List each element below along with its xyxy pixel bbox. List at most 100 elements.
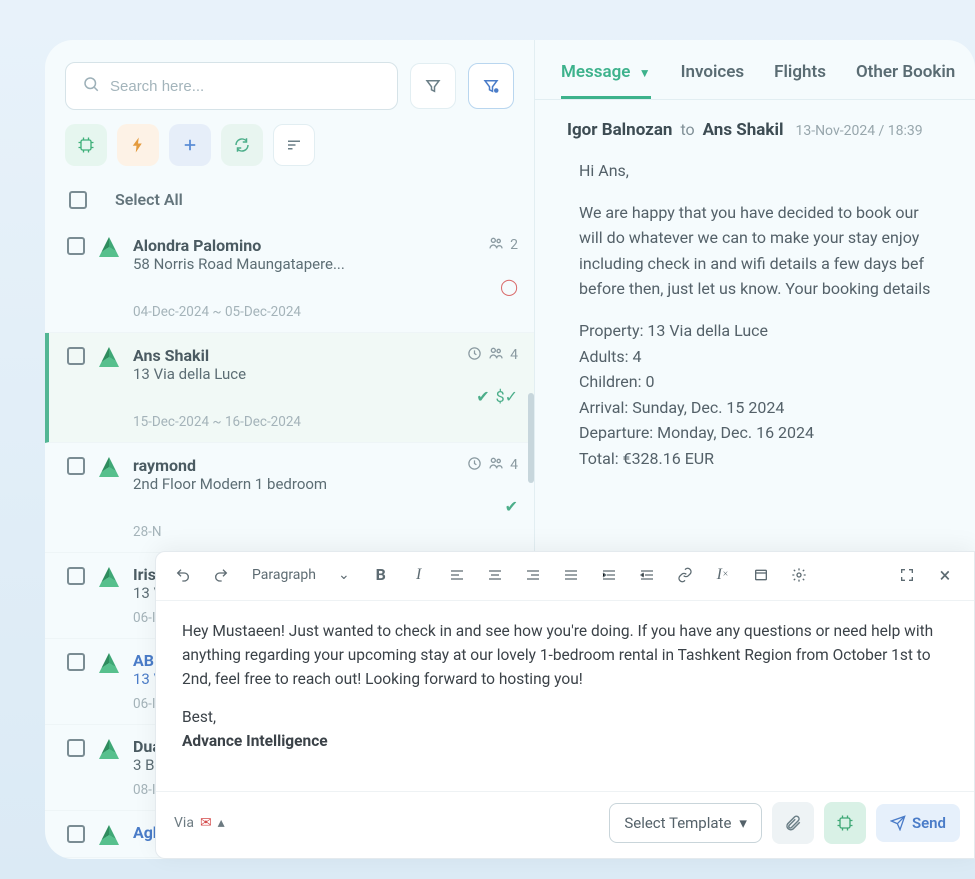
guest-count: 4: [510, 347, 518, 363]
item-body: Alondra Palomino 2 58 Norris Road Maunga…: [133, 235, 518, 320]
item-checkbox[interactable]: [67, 739, 85, 757]
via-selector[interactable]: Via ✉ ▴: [174, 815, 225, 831]
tab-label: Message: [561, 62, 630, 82]
search-input[interactable]: [110, 78, 381, 95]
detail-children: Children: 0: [579, 369, 943, 395]
select-all-checkbox[interactable]: [69, 191, 87, 209]
guests-icon: [488, 345, 504, 365]
clock-icon: [467, 346, 482, 365]
outdent-button[interactable]: [630, 560, 664, 590]
guest-name: Ans Shakil: [133, 346, 209, 365]
guests-icon: [488, 455, 504, 475]
indent-button[interactable]: [592, 560, 626, 590]
detail-adults: Adults: 4: [579, 344, 943, 370]
message-greeting: Hi Ans,: [579, 158, 943, 184]
search-box[interactable]: [65, 62, 398, 110]
property-address: 13 Via della Luce: [133, 365, 518, 383]
search-row: [65, 62, 514, 110]
list-item[interactable]: Alondra Palomino 2 58 Norris Road Maunga…: [45, 223, 534, 333]
refresh-button[interactable]: [221, 124, 263, 166]
align-left-button[interactable]: [440, 560, 474, 590]
brand-icon: [99, 739, 119, 759]
detail-property: Property: 13 Via della Luce: [579, 318, 943, 344]
booking-dates: 15-Dec-2024 ~ 16-Dec-2024: [133, 414, 518, 430]
warning-icon: ◯: [500, 277, 518, 296]
tab-invoices[interactable]: Invoices: [681, 62, 745, 99]
template-label: Select Template: [624, 814, 731, 832]
tab-flights[interactable]: Flights: [774, 62, 826, 99]
item-checkbox[interactable]: [67, 457, 85, 475]
tab-other[interactable]: Other Bookin: [856, 62, 955, 99]
select-all-row: Select All: [45, 176, 534, 223]
item-body: raymond 4 2nd Floor Modern 1 bedroom ✔ 2…: [133, 455, 518, 540]
chevron-up-icon: ▴: [218, 815, 225, 831]
attach-button[interactable]: [772, 802, 814, 844]
toolbar-row: [65, 124, 514, 166]
guests-icon: [488, 235, 504, 255]
select-all-label: Select All: [115, 190, 183, 209]
redo-button[interactable]: [204, 560, 238, 590]
settings-button[interactable]: [782, 560, 816, 590]
editor-toolbar: Paragraph ⌄ B I I× ×: [156, 552, 974, 601]
message-to: Ans Shakil: [703, 120, 784, 140]
brand-icon: [99, 567, 119, 587]
guest-name: Alondra Palomino: [133, 236, 261, 255]
search-icon: [82, 75, 100, 97]
fullscreen-button[interactable]: [890, 560, 924, 590]
brand-icon: [99, 347, 119, 367]
message-body: Hi Ans, We are happy that you have decid…: [535, 148, 975, 492]
format-label: Paragraph: [252, 567, 316, 583]
item-meta: 4: [467, 345, 518, 365]
item-checkbox[interactable]: [67, 567, 85, 585]
bolt-button[interactable]: [117, 124, 159, 166]
close-button[interactable]: ×: [928, 560, 962, 590]
add-button[interactable]: [169, 124, 211, 166]
italic-button[interactable]: I: [402, 560, 436, 590]
editor-body[interactable]: Hey Mustaeen! Just wanted to check in an…: [156, 601, 974, 791]
template-select[interactable]: Select Template ▾: [609, 803, 762, 843]
code-block-button[interactable]: [744, 560, 778, 590]
scrollbar[interactable]: [528, 393, 534, 483]
clear-format-button[interactable]: I×: [706, 560, 740, 590]
filter-clear-button[interactable]: [468, 63, 514, 109]
send-button[interactable]: Send: [876, 804, 960, 842]
link-button[interactable]: [668, 560, 702, 590]
item-meta: 4: [467, 455, 518, 475]
ai-button[interactable]: [65, 124, 107, 166]
message-timestamp: 13-Nov-2024 / 18:39: [795, 123, 922, 139]
guest-count: 4: [510, 457, 518, 473]
item-checkbox[interactable]: [67, 825, 85, 843]
ai-compose-button[interactable]: [824, 802, 866, 844]
chevron-down-icon: ▼: [639, 66, 651, 80]
filter-button[interactable]: [410, 63, 456, 109]
tab-message[interactable]: Message ▼: [561, 62, 651, 99]
undo-button[interactable]: [166, 560, 200, 590]
top-controls: [45, 40, 534, 176]
editor-text: Hey Mustaeen! Just wanted to check in an…: [182, 619, 952, 691]
list-item[interactable]: Ans Shakil 4 13 Via della Luce ✔ $✓ 15-D…: [45, 333, 534, 443]
check-icon: ✔: [476, 387, 489, 406]
chevron-down-icon: ⌄: [338, 567, 350, 583]
align-right-button[interactable]: [516, 560, 550, 590]
chevron-down-icon: ▾: [739, 814, 747, 832]
booking-dates: 04-Dec-2024 ~ 05-Dec-2024: [133, 304, 518, 320]
format-select[interactable]: Paragraph ⌄: [242, 563, 360, 587]
editor-closing: Best,: [182, 708, 216, 726]
align-center-button[interactable]: [478, 560, 512, 590]
item-checkbox[interactable]: [67, 347, 85, 365]
composer-footer: Via ✉ ▴ Select Template ▾ Send: [156, 791, 974, 858]
item-checkbox[interactable]: [67, 237, 85, 255]
detail-arrival: Arrival: Sunday, Dec. 15 2024: [579, 395, 943, 421]
message-header: Igor Balnozan to Ans Shakil 13-Nov-2024 …: [535, 100, 975, 148]
bold-button[interactable]: B: [364, 560, 398, 590]
item-body: Ans Shakil 4 13 Via della Luce ✔ $✓ 15-D…: [133, 345, 518, 430]
detail-departure: Departure: Monday, Dec. 16 2024: [579, 420, 943, 446]
brand-icon: [99, 237, 119, 257]
item-checkbox[interactable]: [67, 653, 85, 671]
property-address: 58 Norris Road Maungatapere...: [133, 255, 518, 273]
sort-button[interactable]: [273, 124, 315, 166]
booking-details: Property: 13 Via della Luce Adults: 4 Ch…: [579, 318, 943, 472]
align-justify-button[interactable]: [554, 560, 588, 590]
list-item[interactable]: raymond 4 2nd Floor Modern 1 bedroom ✔ 2…: [45, 443, 534, 553]
message-from: Igor Balnozan: [567, 120, 672, 140]
